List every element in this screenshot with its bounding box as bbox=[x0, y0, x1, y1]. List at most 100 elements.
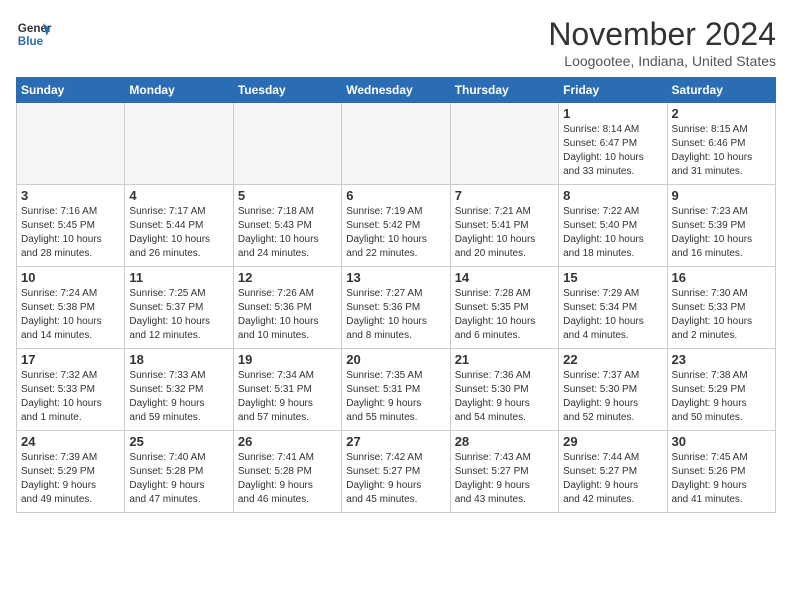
calendar-cell: 9 Sunrise: 7:23 AM Sunset: 5:39 PM Daylig… bbox=[667, 185, 775, 267]
calendar-cell bbox=[450, 103, 558, 185]
day-number: 15 bbox=[563, 270, 662, 285]
calendar-cell: 25Sunrise: 7:40 AM Sunset: 5:28 PM Dayli… bbox=[125, 431, 233, 513]
column-header-thursday: Thursday bbox=[450, 78, 558, 103]
day-number: 13 bbox=[346, 270, 445, 285]
day-number: 21 bbox=[455, 352, 554, 367]
calendar-cell: 12 Sunrise: 7:26 AM Sunset: 5:36 PM Dayli… bbox=[233, 267, 341, 349]
day-info: Sunrise: 7:40 AM Sunset: 5:28 PM Dayligh… bbox=[129, 451, 228, 507]
day-info: Sunrise: 7:28 AM Sunset: 5:35 PM Dayligh… bbox=[455, 287, 554, 343]
day-number: 23 bbox=[672, 352, 771, 367]
day-info: Sunrise: 8:15 AM Sunset: 6:46 PM Dayligh… bbox=[672, 123, 771, 179]
calendar-cell: 24 Sunrise: 7:39 AM Sunset: 5:29 PM Dayli… bbox=[17, 431, 125, 513]
calendar-cell bbox=[125, 103, 233, 185]
column-header-tuesday: Tuesday bbox=[233, 78, 341, 103]
calendar-cell: 14 Sunrise: 7:28 AM Sunset: 5:35 PM Dayli… bbox=[450, 267, 558, 349]
day-info: Sunrise: 7:39 AM Sunset: 5:29 PM Dayligh… bbox=[21, 451, 120, 507]
day-number: 24 bbox=[21, 434, 120, 449]
calendar-cell: 29Sunrise: 7:44 AM Sunset: 5:27 PM Dayli… bbox=[559, 431, 667, 513]
calendar-week-row: 10 Sunrise: 7:24 AM Sunset: 5:38 PM Dayli… bbox=[17, 267, 776, 349]
day-number: 5 bbox=[238, 188, 337, 203]
calendar-cell: 23 Sunrise: 7:38 AM Sunset: 5:29 PM Dayli… bbox=[667, 349, 775, 431]
column-header-wednesday: Wednesday bbox=[342, 78, 450, 103]
calendar-cell bbox=[342, 103, 450, 185]
day-info: Sunrise: 7:26 AM Sunset: 5:36 PM Dayligh… bbox=[238, 287, 337, 343]
day-info: Sunrise: 7:45 AM Sunset: 5:26 PM Dayligh… bbox=[672, 451, 771, 507]
day-info: Sunrise: 7:37 AM Sunset: 5:30 PM Dayligh… bbox=[563, 369, 662, 425]
calendar-week-row: 24 Sunrise: 7:39 AM Sunset: 5:29 PM Dayli… bbox=[17, 431, 776, 513]
day-number: 19 bbox=[238, 352, 337, 367]
day-number: 1 bbox=[563, 106, 662, 121]
day-number: 18 bbox=[129, 352, 228, 367]
day-number: 7 bbox=[455, 188, 554, 203]
calendar-cell: 13 Sunrise: 7:27 AM Sunset: 5:36 PM Dayli… bbox=[342, 267, 450, 349]
calendar-cell: 27Sunrise: 7:42 AM Sunset: 5:27 PM Dayli… bbox=[342, 431, 450, 513]
header: General Blue November 2024 Loogootee, In… bbox=[16, 16, 776, 69]
column-header-monday: Monday bbox=[125, 78, 233, 103]
day-info: Sunrise: 7:23 AM Sunset: 5:39 PM Dayligh… bbox=[672, 205, 771, 261]
day-number: 17 bbox=[21, 352, 120, 367]
day-number: 12 bbox=[238, 270, 337, 285]
day-number: 20 bbox=[346, 352, 445, 367]
calendar-cell: 20Sunrise: 7:35 AM Sunset: 5:31 PM Dayli… bbox=[342, 349, 450, 431]
calendar-cell: 8 Sunrise: 7:22 AM Sunset: 5:40 PM Daylig… bbox=[559, 185, 667, 267]
calendar-cell: 22 Sunrise: 7:37 AM Sunset: 5:30 PM Dayli… bbox=[559, 349, 667, 431]
calendar-cell: 18 Sunrise: 7:33 AM Sunset: 5:32 PM Dayli… bbox=[125, 349, 233, 431]
calendar-cell: 5 Sunrise: 7:18 AM Sunset: 5:43 PM Daylig… bbox=[233, 185, 341, 267]
logo: General Blue bbox=[16, 16, 52, 52]
day-info: Sunrise: 7:18 AM Sunset: 5:43 PM Dayligh… bbox=[238, 205, 337, 261]
day-number: 4 bbox=[129, 188, 228, 203]
calendar-cell: 26 Sunrise: 7:41 AM Sunset: 5:28 PM Dayli… bbox=[233, 431, 341, 513]
calendar-cell: 19Sunrise: 7:34 AM Sunset: 5:31 PM Dayli… bbox=[233, 349, 341, 431]
calendar-cell: 30Sunrise: 7:45 AM Sunset: 5:26 PM Dayli… bbox=[667, 431, 775, 513]
calendar-cell: 16 Sunrise: 7:30 AM Sunset: 5:33 PM Dayli… bbox=[667, 267, 775, 349]
title-area: November 2024 Loogootee, Indiana, United… bbox=[548, 16, 776, 69]
calendar-cell: 28Sunrise: 7:43 AM Sunset: 5:27 PM Dayli… bbox=[450, 431, 558, 513]
day-number: 6 bbox=[346, 188, 445, 203]
calendar-cell: 6 Sunrise: 7:19 AM Sunset: 5:42 PM Daylig… bbox=[342, 185, 450, 267]
calendar-header-row: SundayMondayTuesdayWednesdayThursdayFrid… bbox=[17, 78, 776, 103]
calendar-cell: 17 Sunrise: 7:32 AM Sunset: 5:33 PM Dayli… bbox=[17, 349, 125, 431]
calendar-week-row: 1 Sunrise: 8:14 AM Sunset: 6:47 PM Daylig… bbox=[17, 103, 776, 185]
day-info: Sunrise: 7:19 AM Sunset: 5:42 PM Dayligh… bbox=[346, 205, 445, 261]
day-info: Sunrise: 7:27 AM Sunset: 5:36 PM Dayligh… bbox=[346, 287, 445, 343]
column-header-sunday: Sunday bbox=[17, 78, 125, 103]
calendar-cell: 1 Sunrise: 8:14 AM Sunset: 6:47 PM Daylig… bbox=[559, 103, 667, 185]
day-info: Sunrise: 7:30 AM Sunset: 5:33 PM Dayligh… bbox=[672, 287, 771, 343]
calendar-cell: 4 Sunrise: 7:17 AM Sunset: 5:44 PM Daylig… bbox=[125, 185, 233, 267]
day-info: Sunrise: 8:14 AM Sunset: 6:47 PM Dayligh… bbox=[563, 123, 662, 179]
day-info: Sunrise: 7:43 AM Sunset: 5:27 PM Dayligh… bbox=[455, 451, 554, 507]
day-number: 10 bbox=[21, 270, 120, 285]
day-number: 9 bbox=[672, 188, 771, 203]
day-number: 8 bbox=[563, 188, 662, 203]
day-info: Sunrise: 7:17 AM Sunset: 5:44 PM Dayligh… bbox=[129, 205, 228, 261]
day-info: Sunrise: 7:29 AM Sunset: 5:34 PM Dayligh… bbox=[563, 287, 662, 343]
day-info: Sunrise: 7:33 AM Sunset: 5:32 PM Dayligh… bbox=[129, 369, 228, 425]
month-title: November 2024 bbox=[548, 16, 776, 53]
calendar-week-row: 17 Sunrise: 7:32 AM Sunset: 5:33 PM Dayli… bbox=[17, 349, 776, 431]
day-number: 26 bbox=[238, 434, 337, 449]
calendar-cell: 7Sunrise: 7:21 AM Sunset: 5:41 PM Daylig… bbox=[450, 185, 558, 267]
day-info: Sunrise: 7:42 AM Sunset: 5:27 PM Dayligh… bbox=[346, 451, 445, 507]
logo-icon: General Blue bbox=[16, 16, 52, 52]
day-number: 16 bbox=[672, 270, 771, 285]
day-info: Sunrise: 7:44 AM Sunset: 5:27 PM Dayligh… bbox=[563, 451, 662, 507]
day-number: 14 bbox=[455, 270, 554, 285]
column-header-saturday: Saturday bbox=[667, 78, 775, 103]
calendar-week-row: 3Sunrise: 7:16 AM Sunset: 5:45 PM Daylig… bbox=[17, 185, 776, 267]
day-number: 22 bbox=[563, 352, 662, 367]
location-title: Loogootee, Indiana, United States bbox=[548, 53, 776, 69]
day-info: Sunrise: 7:38 AM Sunset: 5:29 PM Dayligh… bbox=[672, 369, 771, 425]
day-info: Sunrise: 7:36 AM Sunset: 5:30 PM Dayligh… bbox=[455, 369, 554, 425]
calendar-cell: 2 Sunrise: 8:15 AM Sunset: 6:46 PM Daylig… bbox=[667, 103, 775, 185]
calendar-cell bbox=[233, 103, 341, 185]
day-number: 2 bbox=[672, 106, 771, 121]
calendar-cell: 21 Sunrise: 7:36 AM Sunset: 5:30 PM Dayli… bbox=[450, 349, 558, 431]
day-info: Sunrise: 7:24 AM Sunset: 5:38 PM Dayligh… bbox=[21, 287, 120, 343]
day-info: Sunrise: 7:16 AM Sunset: 5:45 PM Dayligh… bbox=[21, 205, 120, 261]
day-info: Sunrise: 7:41 AM Sunset: 5:28 PM Dayligh… bbox=[238, 451, 337, 507]
day-info: Sunrise: 7:22 AM Sunset: 5:40 PM Dayligh… bbox=[563, 205, 662, 261]
calendar-cell bbox=[17, 103, 125, 185]
day-info: Sunrise: 7:32 AM Sunset: 5:33 PM Dayligh… bbox=[21, 369, 120, 425]
calendar-table: SundayMondayTuesdayWednesdayThursdayFrid… bbox=[16, 77, 776, 513]
column-header-friday: Friday bbox=[559, 78, 667, 103]
